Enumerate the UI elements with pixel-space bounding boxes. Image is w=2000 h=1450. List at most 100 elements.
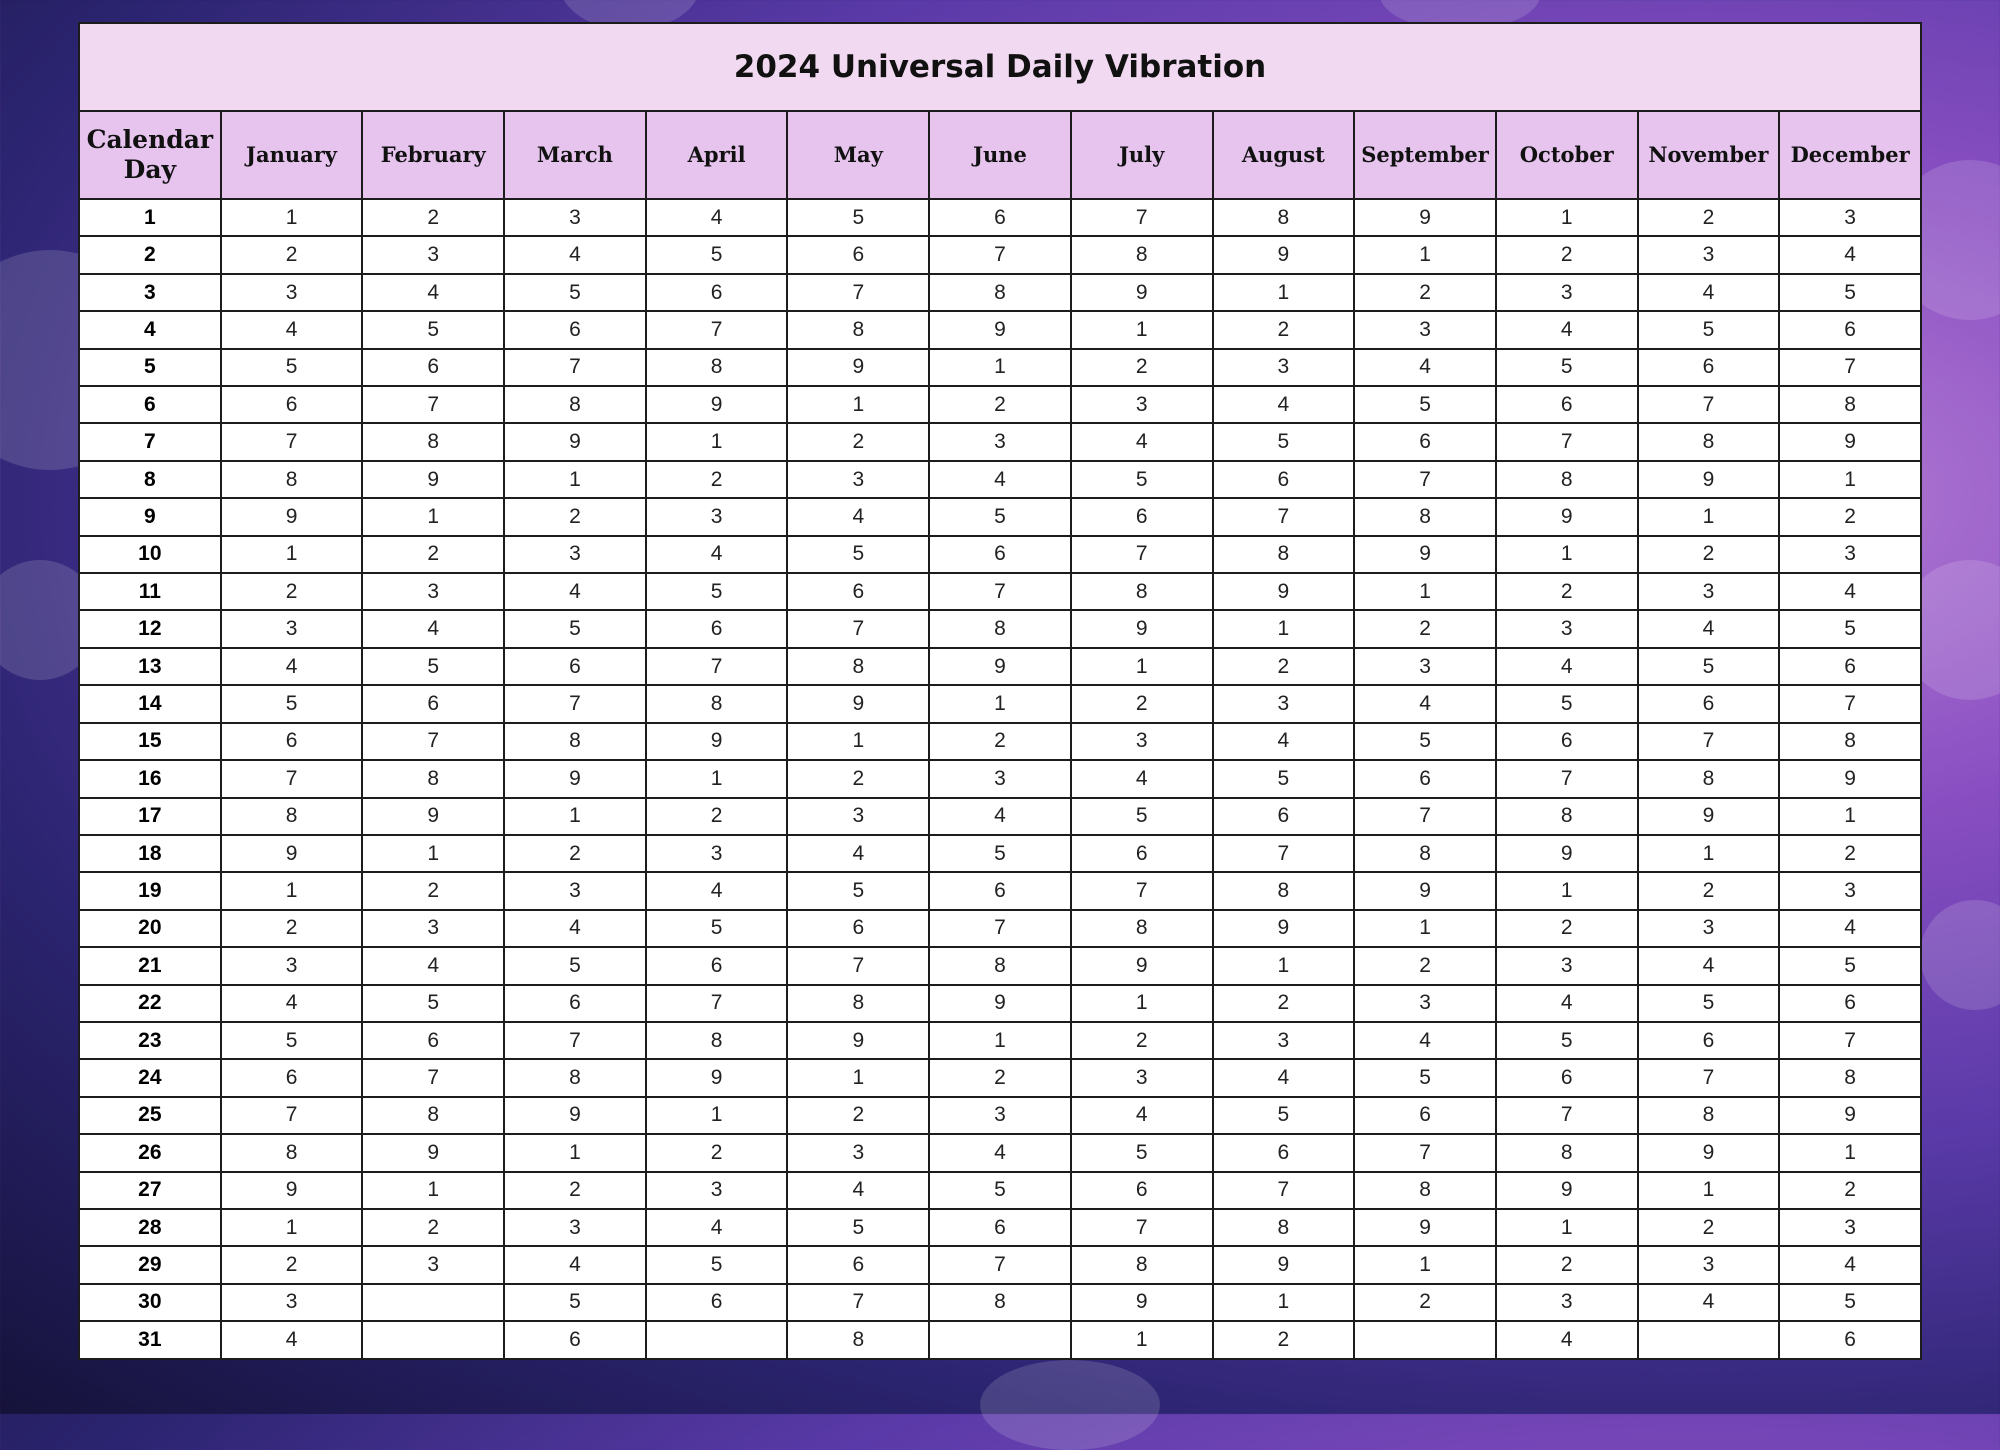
vibration-cell: 1 (644, 422, 789, 462)
vibration-cell: 7 (503, 1020, 647, 1061)
vibration-cell: 5 (1211, 1095, 1356, 1136)
vibration-cell: 7 (928, 908, 1072, 949)
vibration-cell: 4 (361, 609, 506, 649)
vibration-cell: 1 (1069, 983, 1214, 1023)
vibration-cell: 4 (1069, 1095, 1214, 1136)
vibration-cell: 7 (219, 1095, 364, 1136)
vibration-cell: 6 (1494, 721, 1639, 762)
vibration-cell: 3 (361, 1245, 506, 1285)
vibration-cell: 4 (1778, 908, 1922, 949)
vibration-cell: 1 (1778, 796, 1922, 836)
vibration-cell (361, 1282, 506, 1323)
vibration-cell: 6 (1353, 422, 1497, 462)
vibration-cell: 3 (644, 833, 789, 874)
vibration-cell: 2 (1778, 497, 1922, 537)
vibration-cell: 7 (1778, 1020, 1922, 1061)
table-row: 31 4 6 8 1 2 4 6 (78, 1320, 1922, 1360)
vibration-cell: 1 (503, 796, 647, 836)
vibration-cell: 4 (1494, 646, 1639, 687)
table-row: 20 2 3 4 5 6 7 8 9 1 2 3 4 (78, 908, 1922, 949)
vibration-cell: 7 (786, 272, 931, 313)
table-row: 1123456789123 (78, 197, 1922, 238)
vibration-cell: 4 (1778, 235, 1922, 275)
vibration-cell: 1 (219, 1207, 364, 1248)
vibration-cell: 8 (361, 422, 506, 462)
vibration-cell: 6 (928, 871, 1072, 911)
vibration-cell: 1 (1353, 908, 1497, 949)
vibration-cell: 1 (644, 1095, 789, 1136)
vibration-cell: 9 (1494, 497, 1639, 537)
vibration-cell: 7 (1211, 1170, 1356, 1210)
vibration-cell: 3 (503, 1207, 647, 1248)
table-row: 30 3 5 6 7 8 9 1 2 3 4 5 (78, 1282, 1922, 1323)
vibration-cell: 7 (928, 235, 1072, 275)
vibration-cell: 8 (503, 1058, 647, 1098)
vibration-cell: 2 (361, 534, 506, 575)
vibration-cell: 4 (1778, 1245, 1922, 1285)
vibration-cell: 5 (928, 1170, 1072, 1210)
vibration-cell: 4 (786, 833, 931, 874)
calendar-day-cell: 14 (78, 684, 222, 724)
table-row: 25 7 8 9 1 2 3 4 5 6 7 8 9 (78, 1095, 1922, 1136)
vibration-cell: 8 (1778, 721, 1922, 762)
vibration-cell: 1 (1069, 310, 1214, 350)
vibration-cell: 7 (644, 983, 789, 1023)
table-row: 28 1 2 3 4 5 6 7 8 9 1 2 3 (78, 1207, 1922, 1248)
vibration-cell: 9 (503, 759, 647, 799)
vibration-cell: 5 (1353, 385, 1497, 425)
table-row: 14 5 6 7 8 9 1 2 3 4 5 6 7 (78, 684, 1922, 724)
vibration-cell: 1 (361, 1170, 506, 1210)
vibration-cell: 6 (786, 235, 931, 275)
vibration-cell: 1 (928, 347, 1072, 388)
vibration-cell: 4 (1778, 572, 1922, 612)
vibration-cell: 5 (1353, 1058, 1497, 1098)
vibration-cell: 7 (1636, 385, 1781, 425)
vibration-cell: 1 (503, 459, 647, 500)
vibration-cell: 2 (361, 197, 506, 238)
vibration-cell: 5 (1636, 983, 1781, 1023)
month-header-may: May (786, 110, 931, 200)
vibration-cell: 9 (786, 1020, 931, 1061)
vibration-cell: 4 (1353, 684, 1497, 724)
vibration-cell: 5 (786, 534, 931, 575)
vibration-cell: 4 (1069, 422, 1214, 462)
month-header-december: December (1778, 110, 1922, 200)
vibration-cell: 6 (503, 983, 647, 1023)
vibration-cell: 7 (644, 310, 789, 350)
vibration-cell: 1 (1211, 1282, 1356, 1323)
vibration-cell: 6 (1069, 1170, 1214, 1210)
vibration-cell: 4 (219, 646, 364, 687)
vibration-cell: 1 (928, 684, 1072, 724)
vibration-cell: 2 (1494, 235, 1639, 275)
vibration-cell: 1 (1494, 197, 1639, 238)
vibration-cell: 2 (1353, 946, 1497, 986)
calendar-day-header-label: Calendar Day (86, 125, 214, 184)
vibration-cell: 6 (361, 684, 506, 724)
vibration-cell: 1 (644, 759, 789, 799)
vibration-cell: 2 (361, 871, 506, 911)
vibration-cell: 3 (1636, 572, 1781, 612)
vibration-cell: 6 (503, 310, 647, 350)
vibration-cell: 2 (1494, 1245, 1639, 1285)
calendar-day-cell: 28 (78, 1207, 222, 1248)
vibration-cell: 3 (503, 871, 647, 911)
vibration-cell: 7 (786, 946, 931, 986)
vibration-cell: 2 (1778, 1170, 1922, 1210)
vibration-cell: 2 (1211, 310, 1356, 350)
table-row: 17 8 9 1 2 3 4 5 6 7 8 9 1 (78, 796, 1922, 836)
vibration-cell: 5 (786, 871, 931, 911)
vibration-cell: 5 (928, 497, 1072, 537)
calendar-day-cell: 7 (78, 422, 222, 462)
vibration-cell: 4 (361, 272, 506, 313)
vibration-cell: 3 (1778, 1207, 1922, 1248)
vibration-cell: 9 (1069, 946, 1214, 986)
vibration-cell: 4 (1211, 385, 1356, 425)
vibration-cell: 3 (361, 908, 506, 949)
table-row: 5567891234567 (78, 347, 1922, 388)
month-header-january: January (219, 110, 364, 200)
vibration-cell: 3 (644, 497, 789, 537)
vibration-cell: 4 (644, 534, 789, 575)
month-header-august: August (1211, 110, 1356, 200)
vibration-cell: 2 (1778, 833, 1922, 874)
calendar-day-cell: 12 (78, 609, 222, 649)
